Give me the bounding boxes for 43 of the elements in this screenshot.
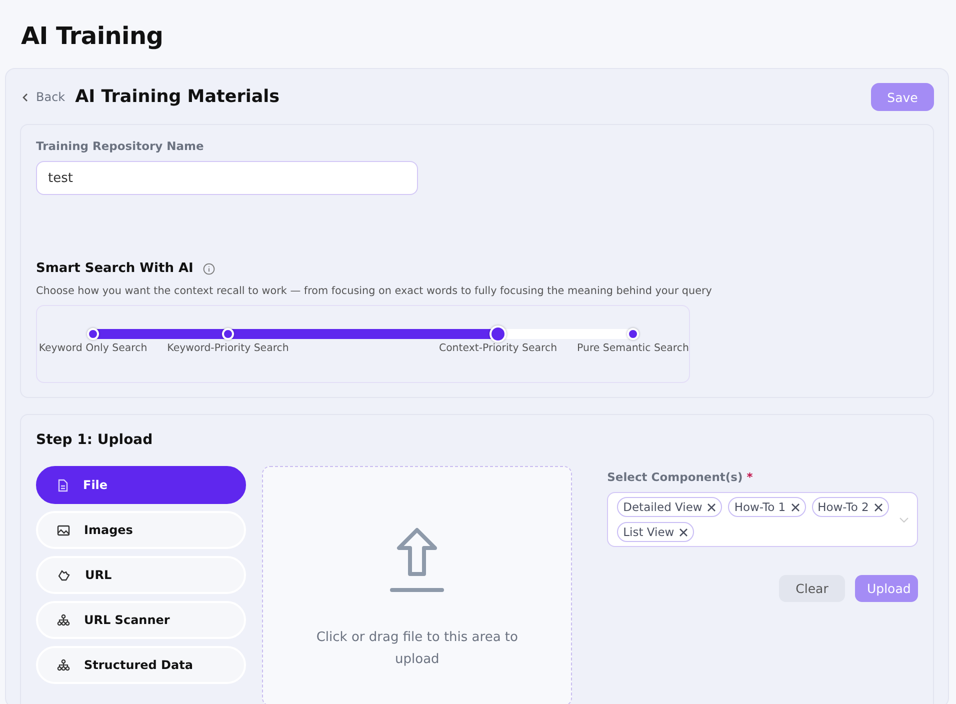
source-tab[interactable]: URL [36, 556, 246, 594]
section-heading: Smart Search With AI [36, 261, 194, 276]
drop-instructions: Click or drag file to this area to upload [315, 629, 519, 669]
chevron-down-icon [899, 516, 909, 522]
stop-label: Pure Semantic Search [577, 343, 689, 354]
image-icon [57, 524, 70, 536]
component-select[interactable]: Detailed View How-To 1 How-To 2 List View [607, 492, 918, 547]
required-mark: * [746, 470, 753, 484]
hierarchy-icon [57, 659, 70, 671]
slider-stop[interactable] [627, 328, 639, 340]
slider-stop[interactable] [87, 328, 99, 340]
close-icon[interactable] [874, 502, 883, 512]
hierarchy-icon [57, 614, 70, 626]
source-tab[interactable]: Structured Data [36, 646, 246, 684]
back-link[interactable]: Back [22, 90, 66, 104]
field-label: Select Component(s) * [607, 470, 754, 484]
source-tab[interactable]: Images [36, 511, 246, 549]
tag-label: How-To 1 [734, 500, 786, 514]
section-title: AI Training Materials [75, 87, 281, 107]
close-icon[interactable] [707, 502, 716, 512]
stop-label: Keyword-Priority Search [167, 343, 289, 354]
file-icon [57, 478, 69, 492]
slider-stop[interactable] [490, 326, 506, 342]
description-text: Choose how you want the context recall to work — from focusing on exact words to fully focusing the meaning behind your query [36, 285, 713, 297]
tag-label: List View [623, 525, 674, 539]
slider-stop[interactable] [222, 328, 234, 340]
repository-name-field[interactable]: test [36, 161, 418, 195]
source-tab[interactable]: URL Scanner [36, 601, 246, 639]
tag-label: Detailed View [623, 500, 702, 514]
chevron-left-icon [22, 92, 28, 102]
page-title: AI Training [20, 21, 164, 52]
close-icon[interactable] [679, 528, 688, 536]
source-tab[interactable]: File [36, 466, 246, 504]
field-label: Training Repository Name [36, 139, 205, 153]
upload-icon [390, 527, 444, 593]
stop-label: Keyword Only Search [38, 343, 148, 354]
section-heading: Step 1: Upload [36, 432, 154, 448]
stop-label: Context-Priority Search [438, 343, 558, 354]
close-icon[interactable] [790, 502, 800, 512]
file-drop-zone[interactable]: Click or drag file to this area to upload [262, 466, 572, 704]
info-icon[interactable] [203, 262, 216, 274]
clear-button[interactable]: Clear [779, 575, 845, 602]
tag-label: How-To 2 [818, 500, 869, 514]
